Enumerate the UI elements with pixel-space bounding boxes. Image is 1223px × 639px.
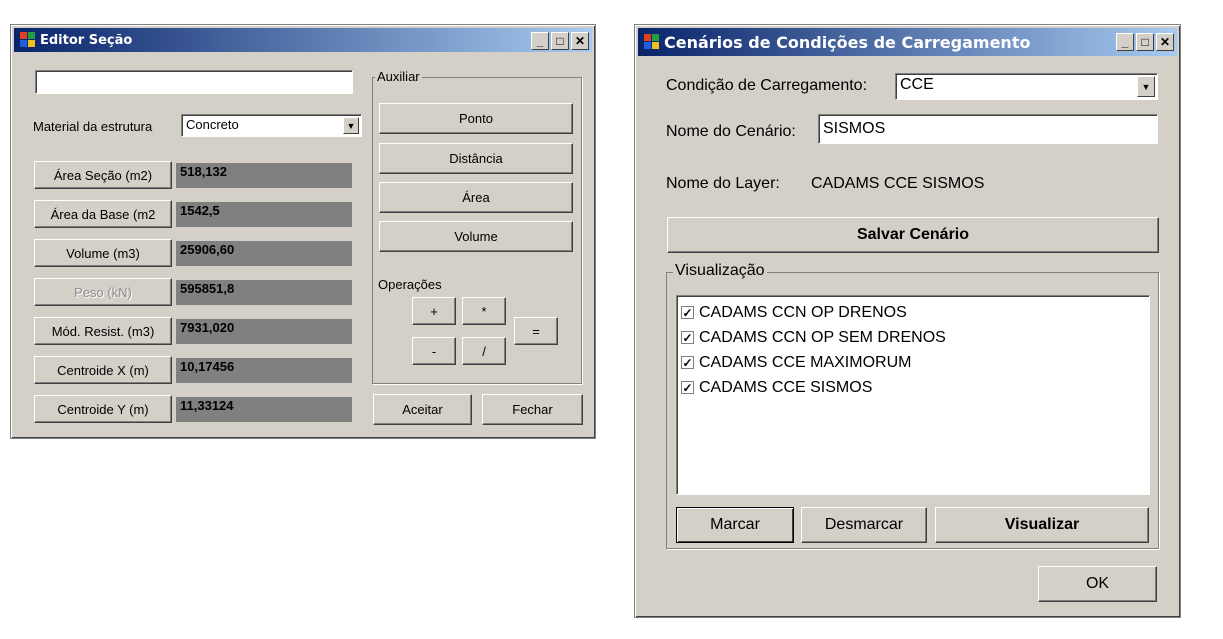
area-base-value: 1542,5	[176, 202, 352, 227]
salvar-cenario-button[interactable]: Salvar Cenário	[667, 217, 1159, 253]
ok-button[interactable]: OK	[1038, 566, 1157, 602]
chevron-down-icon[interactable]: ▼	[1137, 76, 1155, 97]
editor-titlebar[interactable]: Editor Seção _ □ ✕	[14, 28, 592, 52]
checkbox[interactable]: ✓	[681, 306, 694, 319]
close-icon[interactable]: ✕	[571, 32, 589, 50]
nome-cenario-input[interactable]	[818, 114, 1158, 144]
marcar-button[interactable]: Marcar	[676, 507, 794, 543]
fechar-button[interactable]: Fechar	[482, 394, 583, 425]
cenarios-window: Cenários de Condições de Carregamento _ …	[634, 24, 1181, 618]
operacoes-label: Operações	[378, 277, 442, 292]
centroide-x-value: 10,17456	[176, 358, 352, 383]
cenarios-title: Cenários de Condições de Carregamento	[664, 32, 1031, 52]
mod-resist-button[interactable]: Mód. Resist. (m3)	[34, 317, 172, 345]
centroide-y-button[interactable]: Centroide Y (m)	[34, 395, 172, 423]
area-base-button[interactable]: Área da Base (m2	[34, 200, 172, 228]
checkbox[interactable]: ✓	[681, 331, 694, 344]
nome-layer-label: Nome do Layer:	[666, 175, 780, 192]
volume-aux-button[interactable]: Volume	[379, 221, 573, 252]
list-item[interactable]: ✓ CADAMS CCE SISMOS	[681, 375, 1145, 400]
ponto-button[interactable]: Ponto	[379, 103, 573, 134]
nome-layer-value: CADAMS CCE SISMOS	[811, 175, 985, 192]
area-secao-value: 518,132	[176, 163, 352, 188]
list-item[interactable]: ✓ CADAMS CCE MAXIMORUM	[681, 350, 1145, 375]
close-icon[interactable]: ✕	[1156, 33, 1174, 51]
peso-value: 595851,8	[176, 280, 352, 305]
centroide-y-value: 11,33124	[176, 397, 352, 422]
equals-button[interactable]: =	[514, 317, 558, 345]
visualizar-button[interactable]: Visualizar	[935, 507, 1149, 543]
list-item[interactable]: ✓ CADAMS CCN OP DRENOS	[681, 300, 1145, 325]
minimize-icon[interactable]: _	[1116, 33, 1134, 51]
distancia-button[interactable]: Distância	[379, 143, 573, 174]
minus-button[interactable]: -	[412, 337, 456, 365]
cenarios-titlebar[interactable]: Cenários de Condições de Carregamento _ …	[638, 28, 1177, 56]
layers-listbox[interactable]: ✓ CADAMS CCN OP DRENOS ✓ CADAMS CCN OP S…	[676, 295, 1150, 495]
app-icon	[20, 32, 36, 48]
divide-button[interactable]: /	[462, 337, 506, 365]
volume-value: 25906,60	[176, 241, 352, 266]
checkbox[interactable]: ✓	[681, 381, 694, 394]
visualizacao-group-label: Visualização	[673, 262, 767, 280]
app-icon	[644, 34, 660, 50]
centroide-x-button[interactable]: Centroide X (m)	[34, 356, 172, 384]
volume-button[interactable]: Volume (m3)	[34, 239, 172, 267]
checkbox[interactable]: ✓	[681, 356, 694, 369]
condicao-value: CCE	[900, 76, 934, 93]
condicao-select[interactable]: CCE ▼	[895, 73, 1158, 100]
multiply-button[interactable]: *	[462, 297, 506, 325]
list-item[interactable]: ✓ CADAMS CCN OP SEM DRENOS	[681, 325, 1145, 350]
maximize-icon[interactable]: □	[551, 32, 569, 50]
area-secao-button[interactable]: Área Seção (m2)	[34, 161, 172, 189]
maximize-icon[interactable]: □	[1136, 33, 1154, 51]
peso-button[interactable]: Peso (kN)	[34, 278, 172, 306]
condicao-label: Condição de Carregamento:	[666, 77, 868, 94]
aceitar-button[interactable]: Aceitar	[373, 394, 472, 425]
plus-button[interactable]: +	[412, 297, 456, 325]
minimize-icon[interactable]: _	[531, 32, 549, 50]
material-label: Material da estrutura	[33, 119, 153, 134]
auxiliar-group-label: Auxiliar	[375, 69, 422, 84]
mod-resist-value: 7931,020	[176, 319, 352, 344]
editor-secao-window: Editor Seção _ □ ✕ Material da estrutura…	[10, 24, 596, 439]
section-name-input[interactable]	[35, 70, 353, 94]
area-button[interactable]: Área	[379, 182, 573, 213]
desmarcar-button[interactable]: Desmarcar	[801, 507, 927, 543]
chevron-down-icon[interactable]: ▼	[343, 117, 359, 134]
editor-title: Editor Seção	[40, 32, 133, 48]
material-value: Concreto	[186, 117, 239, 132]
material-select[interactable]: Concreto ▼	[181, 114, 362, 137]
nome-cenario-label: Nome do Cenário:	[666, 123, 796, 140]
